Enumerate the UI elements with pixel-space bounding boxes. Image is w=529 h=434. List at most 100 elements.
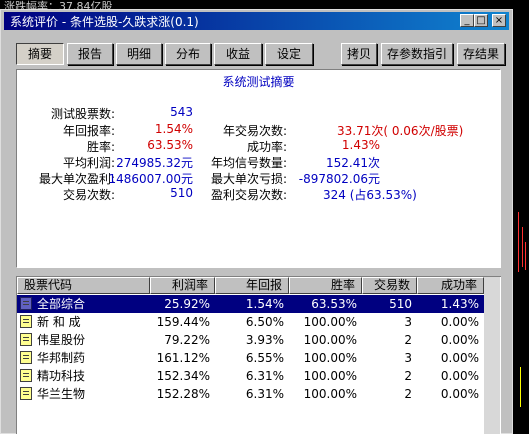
annual-return: 6.50% [245, 315, 284, 329]
success-rate: 0.00% [440, 315, 479, 329]
save-result-button[interactable]: 存结果 [457, 43, 505, 65]
annual-return: 6.31% [245, 369, 284, 383]
test-count-label: 测试股票数: [50, 107, 115, 121]
stock-name: 新 和 成 [37, 315, 81, 329]
success-rate-label: 成功率: [246, 140, 287, 154]
window-title: 系统评价 - 条件选股-久跌求涨(0.1) [10, 15, 199, 29]
trade-count: 2 [404, 369, 412, 383]
background-chart-strip [514, 12, 529, 434]
tab-distribution[interactable]: 分布 [165, 43, 211, 65]
trade-count: 510 [389, 297, 412, 311]
title-bar[interactable]: 系统评价 - 条件选股-久跌求涨(0.1) _ □ × [4, 12, 509, 30]
annual-signals-label: 年均信号数量: [210, 156, 287, 170]
trade-count: 2 [404, 333, 412, 347]
stock-icon [20, 351, 32, 364]
max-loss-label: 最大单次亏损: [210, 172, 287, 186]
stock-icon [20, 369, 32, 382]
win-rate: 63.53% [311, 297, 357, 311]
avg-profit-label: 平均利润: [62, 156, 115, 170]
table-row[interactable]: 华邦制药 161.12% 6.55% 100.00% 3 0.00% [17, 349, 484, 367]
tab-summary[interactable]: 摘要 [16, 43, 64, 65]
stock-name: 全部综合 [37, 297, 86, 311]
win-rate: 100.00% [303, 387, 357, 401]
stock-name: 华邦制药 [37, 351, 86, 365]
stock-icon [20, 387, 32, 400]
chart-bar [522, 227, 523, 267]
results-table: 股票代码 利润率 年回报 胜率 交易数 成功率 全部综合 25.92% 1.54… [16, 276, 501, 434]
maximize-button[interactable]: □ [474, 14, 488, 27]
minimize-button[interactable]: _ [460, 14, 474, 27]
max-profit-label: 最大单次盈利: [38, 172, 115, 186]
table-row[interactable]: 华兰生物 152.28% 6.31% 100.00% 2 0.00% [17, 385, 484, 403]
column-header-trades[interactable]: 交易数 [362, 277, 417, 294]
profit-rate: 161.12% [156, 351, 210, 365]
vertical-scrollbar[interactable] [484, 277, 500, 434]
profit-trades-value: 324 (占63.53%) [323, 188, 417, 202]
win-rate: 100.00% [303, 351, 357, 365]
annual-return: 3.93% [245, 333, 284, 347]
table-row[interactable]: 伟星股份 79.22% 3.93% 100.00% 2 0.00% [17, 331, 484, 349]
column-header-code[interactable]: 股票代码 [17, 277, 150, 294]
stock-name: 伟星股份 [37, 333, 86, 347]
column-header-profit[interactable]: 利润率 [150, 277, 215, 294]
summary-icon [20, 297, 32, 310]
table-row[interactable]: 全部综合 25.92% 1.54% 63.53% 510 1.43% [17, 295, 484, 313]
column-header-success[interactable]: 成功率 [417, 277, 484, 294]
success-rate-value: 1.43% [341, 138, 380, 152]
copy-button[interactable]: 拷贝 [341, 43, 377, 65]
max-profit-value: 1486007.00元 [108, 172, 193, 186]
annual-return-label: 年回报率: [62, 124, 115, 138]
table-row[interactable]: 精功科技 152.34% 6.31% 100.00% 2 0.00% [17, 367, 484, 385]
tab-settings[interactable]: 设定 [265, 43, 313, 65]
trade-count-label: 交易次数: [62, 188, 115, 202]
win-rate-label: 胜率: [86, 140, 115, 154]
column-header-win[interactable]: 胜率 [289, 277, 362, 294]
annual-return: 6.55% [245, 351, 284, 365]
column-header-annual[interactable]: 年回报 [215, 277, 289, 294]
tab-report[interactable]: 报告 [67, 43, 113, 65]
table-row[interactable]: 新 和 成 159.44% 6.50% 100.00% 3 0.00% [17, 313, 484, 331]
summary-heading: 系统测试摘要 [222, 75, 295, 89]
tab-detail[interactable]: 明细 [116, 43, 162, 65]
profit-rate: 159.44% [156, 315, 210, 329]
annual-return: 6.31% [245, 387, 284, 401]
profit-rate: 152.28% [156, 387, 210, 401]
stock-name: 精功科技 [37, 369, 86, 383]
success-rate: 1.43% [440, 297, 479, 311]
win-rate-value: 63.53% [147, 138, 193, 152]
trade-count-value: 510 [170, 186, 193, 200]
success-rate: 0.00% [440, 387, 479, 401]
success-rate: 0.00% [440, 351, 479, 365]
chart-bar [525, 242, 526, 270]
annual-signals-value: 152.41次 [326, 156, 380, 170]
tab-returns[interactable]: 收益 [214, 43, 262, 65]
win-rate: 100.00% [303, 315, 357, 329]
success-rate: 0.00% [440, 369, 479, 383]
profit-rate: 152.34% [156, 369, 210, 383]
test-count-value: 543 [170, 105, 193, 119]
stock-icon [20, 333, 32, 346]
trade-count: 2 [404, 387, 412, 401]
annual-return-value: 1.54% [154, 122, 193, 136]
summary-panel: 系统测试摘要 测试股票数: 543 年回报率: 1.54% 胜率: 63.53%… [16, 69, 501, 268]
profit-rate: 25.92% [164, 297, 210, 311]
win-rate: 100.00% [303, 369, 357, 383]
trade-count: 3 [404, 315, 412, 329]
trade-count: 3 [404, 351, 412, 365]
profit-rate: 79.22% [164, 333, 210, 347]
success-rate: 0.00% [440, 333, 479, 347]
annual-return: 1.54% [245, 297, 284, 311]
close-button[interactable]: × [492, 14, 506, 27]
max-loss-value: -897802.06元 [298, 172, 380, 186]
chart-bar [520, 367, 521, 407]
chart-bar [518, 212, 519, 272]
evaluation-dialog: 系统评价 - 条件选股-久跌求涨(0.1) _ □ × 摘要 报告 明细 分布 … [0, 9, 513, 434]
save-parameters-guide-button[interactable]: 存参数指引 [381, 43, 453, 65]
profit-trades-label: 盈利交易次数: [210, 188, 287, 202]
stock-name: 华兰生物 [37, 387, 86, 401]
annual-trades-label: 年交易次数: [222, 124, 287, 138]
win-rate: 100.00% [303, 333, 357, 347]
stock-icon [20, 315, 32, 328]
avg-profit-value: 274985.32元 [116, 156, 193, 170]
annual-trades-value: 33.71次( 0.06次/股票) [337, 124, 464, 138]
